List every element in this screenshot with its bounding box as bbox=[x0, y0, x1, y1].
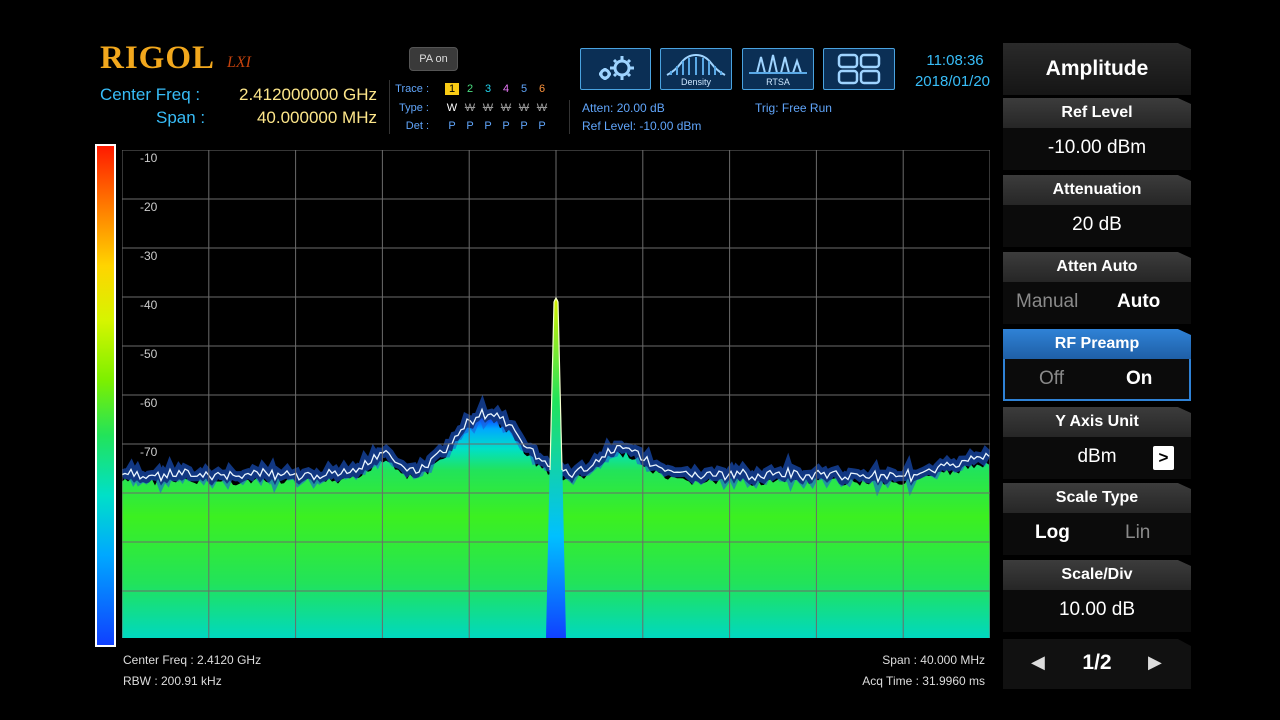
clock-time: 11:08:36 bbox=[926, 52, 984, 69]
page-indicator: 1/2 bbox=[1082, 651, 1112, 674]
trace-type: W bbox=[518, 102, 530, 114]
density-icon bbox=[666, 53, 726, 76]
attenuation-value: 20 dB bbox=[1003, 205, 1191, 247]
rf-preamp-key[interactable]: RF Preamp Off On bbox=[1003, 329, 1191, 401]
rtsa-icon bbox=[749, 54, 807, 74]
ref-level-status: Ref Level: -10.00 dBm bbox=[582, 119, 702, 133]
status-divider bbox=[569, 100, 570, 134]
type-label: Type : bbox=[399, 102, 429, 114]
trace-detector: P bbox=[484, 120, 492, 132]
y-tick-label: -10 bbox=[140, 151, 158, 165]
attenuation-key[interactable]: Attenuation 20 dB bbox=[1003, 175, 1191, 247]
display-layout-button[interactable] bbox=[823, 48, 895, 90]
y-tick-label: -30 bbox=[140, 249, 158, 263]
trace-number[interactable]: 4 bbox=[499, 83, 513, 95]
preamp-on-option[interactable]: On bbox=[1126, 359, 1152, 399]
ref-level-key[interactable]: Ref Level -10.00 dBm bbox=[1003, 98, 1191, 170]
menu-pager: ◀ 1/2 ▶ bbox=[1003, 639, 1191, 689]
footer-acq-time: Acq Time : 31.9960 ms bbox=[862, 674, 985, 688]
density-caption: Density bbox=[680, 77, 711, 87]
trace-number[interactable]: 6 bbox=[535, 83, 549, 95]
layout-grid-icon bbox=[837, 53, 881, 85]
trace-detector: P bbox=[448, 120, 456, 132]
density-colorbar bbox=[95, 144, 116, 647]
footer-span: Span : 40.000 MHz bbox=[882, 653, 985, 667]
preamp-off-option[interactable]: Off bbox=[1039, 359, 1064, 399]
scale-type-key[interactable]: Scale Type Log Lin bbox=[1003, 483, 1191, 555]
span-value[interactable]: 40.000000 MHz bbox=[215, 108, 377, 128]
trace-detector: P bbox=[520, 120, 528, 132]
y-axis-unit-value: dBm bbox=[1077, 446, 1117, 467]
y-tick-label: -70 bbox=[140, 445, 158, 459]
y-tick-label: -40 bbox=[140, 298, 158, 312]
trace-label: Trace : bbox=[395, 83, 429, 95]
lxi-logo: LXI bbox=[227, 54, 251, 71]
footer-center-freq: Center Freq : 2.4120 GHz bbox=[123, 653, 262, 667]
scale-div-value: 10.00 dB bbox=[1003, 590, 1191, 632]
center-freq-value[interactable]: 2.412000000 GHz bbox=[215, 85, 377, 105]
gear-icon bbox=[598, 56, 634, 80]
atten-auto-key[interactable]: Atten Auto Manual Auto bbox=[1003, 252, 1191, 324]
atten-status: Atten: 20.00 dB bbox=[582, 101, 665, 115]
trace-type: W bbox=[482, 102, 494, 114]
footer-rbw: RBW : 200.91 kHz bbox=[123, 674, 222, 688]
trace-type: W bbox=[464, 102, 476, 114]
scale-div-key[interactable]: Scale/Div 10.00 dB bbox=[1003, 560, 1191, 632]
trace-panel: Trace : Type : Det : 1WP2WP3WP4WP5WP6WP bbox=[389, 80, 554, 134]
y-tick-label: -60 bbox=[140, 396, 158, 410]
trace-number[interactable]: 2 bbox=[463, 83, 477, 95]
density-button[interactable]: Density bbox=[660, 48, 732, 90]
trace-number[interactable]: 1 bbox=[445, 83, 459, 95]
y-tick-label: -50 bbox=[140, 347, 158, 361]
trace-detector: P bbox=[502, 120, 510, 132]
next-page-icon[interactable]: ▶ bbox=[1148, 652, 1162, 673]
det-label: Det : bbox=[405, 120, 429, 132]
scale-log-option[interactable]: Log bbox=[1035, 513, 1070, 553]
scale-div-label: Scale/Div bbox=[1003, 560, 1191, 590]
y-tick-label: -20 bbox=[140, 200, 158, 214]
submenu-arrow-icon[interactable]: > bbox=[1153, 446, 1174, 470]
trace-number[interactable]: 3 bbox=[481, 83, 495, 95]
atten-auto-option[interactable]: Auto bbox=[1117, 282, 1160, 322]
atten-manual-option[interactable]: Manual bbox=[1016, 282, 1078, 322]
atten-auto-label: Atten Auto bbox=[1003, 252, 1191, 282]
trace-number[interactable]: 5 bbox=[517, 83, 531, 95]
center-freq-label: Center Freq : bbox=[100, 85, 201, 104]
rigol-logo: RIGOL bbox=[100, 40, 216, 76]
menu-title: Amplitude bbox=[1003, 43, 1191, 95]
scale-lin-option[interactable]: Lin bbox=[1125, 513, 1150, 553]
span-label: Span : bbox=[156, 108, 206, 127]
pa-on-button[interactable]: PA on bbox=[409, 47, 458, 71]
trace-type: W bbox=[500, 102, 512, 114]
trace-detector: P bbox=[538, 120, 546, 132]
trace-detector: P bbox=[466, 120, 474, 132]
clock-date: 2018/01/20 bbox=[914, 73, 991, 90]
setup-button[interactable] bbox=[580, 48, 651, 90]
ref-level-value: -10.00 dBm bbox=[1003, 128, 1191, 170]
rtsa-button[interactable]: RTSA bbox=[742, 48, 814, 90]
spectrum-density-plot[interactable] bbox=[122, 150, 990, 638]
attenuation-label: Attenuation bbox=[1003, 175, 1191, 205]
rtsa-caption: RTSA bbox=[766, 77, 790, 87]
y-axis-unit-key[interactable]: Y Axis Unit dBm > bbox=[1003, 407, 1191, 479]
trace-type: W bbox=[446, 102, 458, 114]
scale-type-label: Scale Type bbox=[1003, 483, 1191, 513]
trace-type: W bbox=[536, 102, 548, 114]
y-axis-unit-label: Y Axis Unit bbox=[1003, 407, 1191, 437]
trig-status: Trig: Free Run bbox=[755, 101, 832, 115]
rf-preamp-label: RF Preamp bbox=[1003, 329, 1191, 359]
ref-level-label: Ref Level bbox=[1003, 98, 1191, 128]
